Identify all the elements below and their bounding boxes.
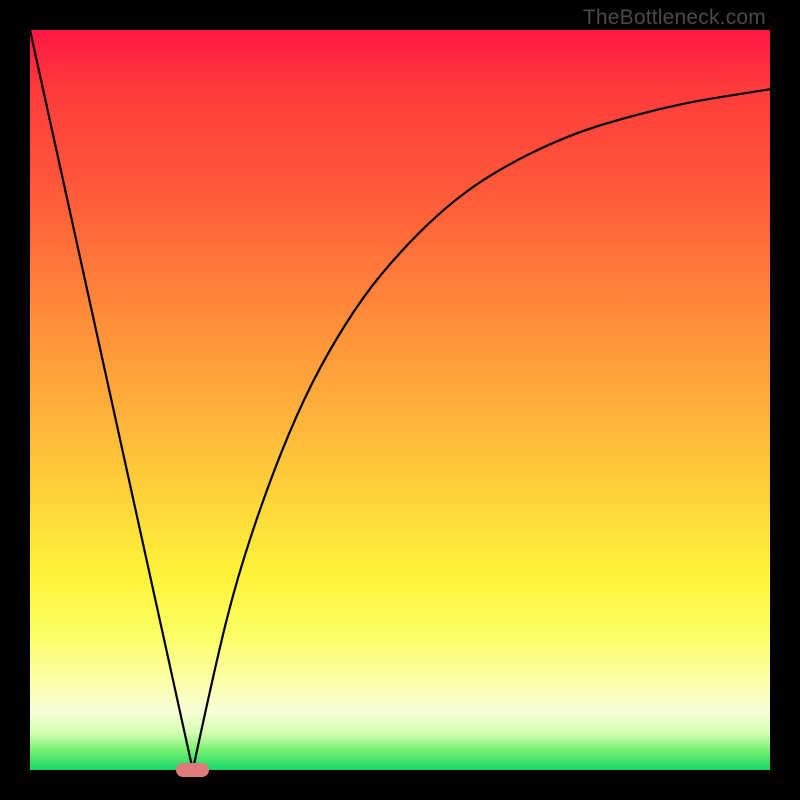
watermark-text: TheBottleneck.com <box>583 6 766 30</box>
curve-svg <box>30 30 770 770</box>
chart-frame: TheBottleneck.com <box>0 0 800 800</box>
optimal-marker <box>176 763 209 776</box>
curve-left <box>30 30 193 770</box>
curve-right <box>193 89 770 770</box>
plot-area <box>30 30 770 770</box>
